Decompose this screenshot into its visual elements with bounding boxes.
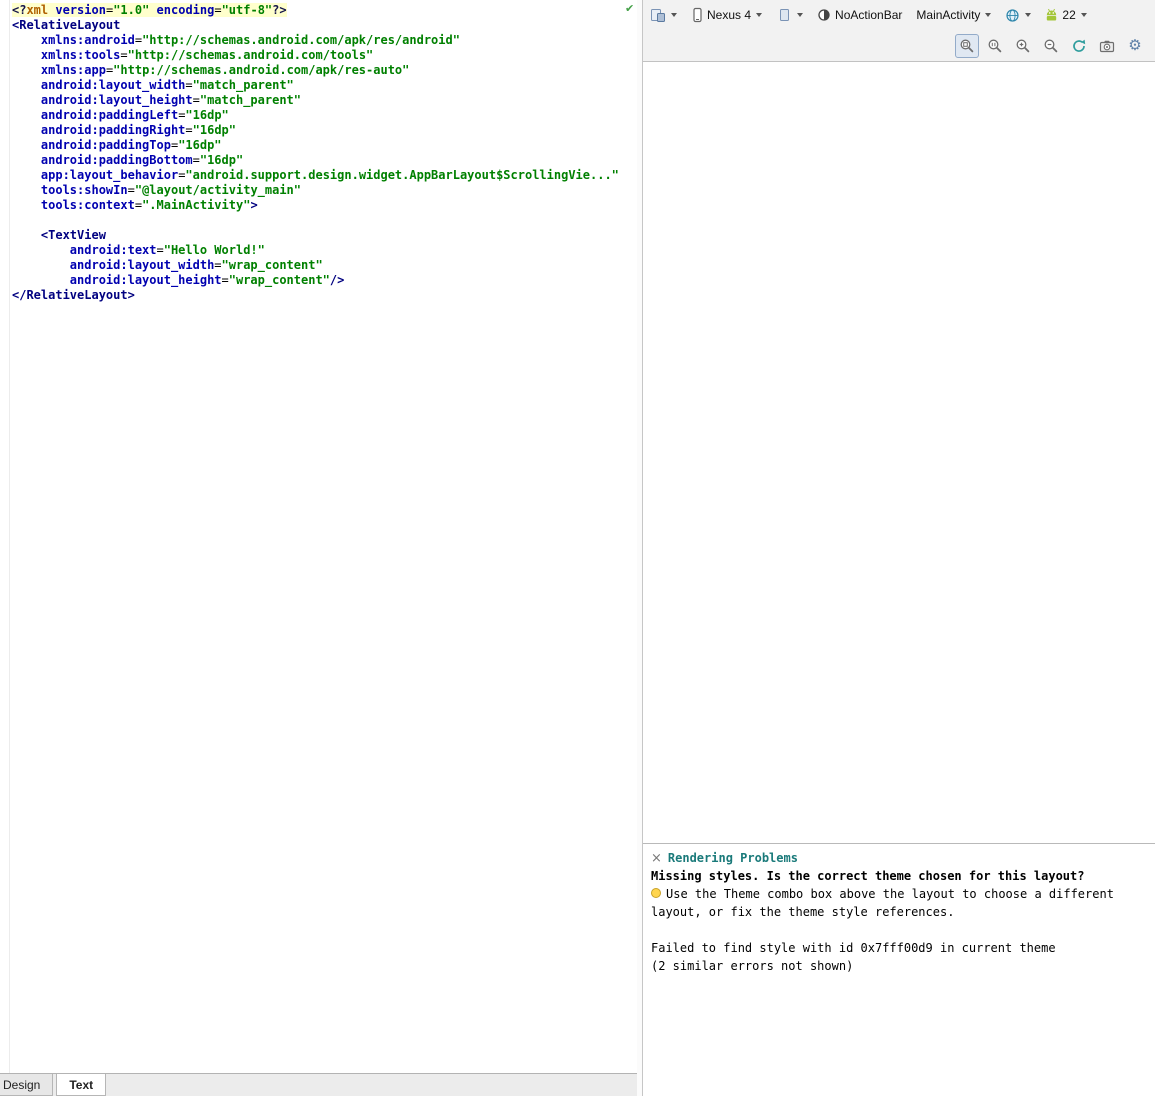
code-line: android:paddingLeft="16dp" <box>40 108 229 122</box>
code-line: android:layout_width="match_parent" <box>40 78 294 92</box>
code-line: android:layout_height="match_parent" <box>40 93 302 107</box>
locale-dropdown[interactable] <box>1002 6 1034 25</box>
gear-icon: ⚙ <box>1128 36 1142 54</box>
preview-settings-button[interactable]: ⚙ <box>1123 34 1147 58</box>
problems-message: Missing styles. Is the correct theme cho… <box>651 869 1085 883</box>
problems-error-more: (2 similar errors not shown) <box>651 959 854 973</box>
chevron-down-icon <box>985 13 992 17</box>
activity-label: MainActivity <box>916 8 981 22</box>
preview-config-toolbar: Nexus 4 NoActionBar MainActivity 22 <box>643 0 1155 30</box>
code-line: android:paddingRight="16dp" <box>40 123 236 137</box>
inspection-status-icon: ✔ <box>625 2 635 15</box>
code-line: android:layout_height="wrap_content"/> <box>69 273 345 287</box>
zoom-to-fit-icon <box>960 39 974 52</box>
orientation-portrait-icon <box>780 9 790 21</box>
phone-icon <box>693 7 702 23</box>
preview-zoom-toolbar: ⚙ <box>643 30 1155 62</box>
zoom-to-fit-button[interactable] <box>955 33 979 58</box>
tab-text[interactable]: Text <box>56 1074 107 1096</box>
android-studio-layout-editor: <?xml version="1.0" encoding="utf-8"?> <R… <box>0 0 1155 1096</box>
api-level-label: 22 <box>1062 8 1076 22</box>
tab-design-label: Design <box>3 1077 41 1092</box>
code-line: android:paddingBottom="16dp" <box>40 153 244 167</box>
zoom-in-button[interactable] <box>1011 34 1035 58</box>
code-line: tools:context=".MainActivity"> <box>40 198 258 212</box>
api-version-dropdown[interactable]: 22 <box>1042 6 1089 24</box>
code-line: <RelativeLayout <box>12 18 121 32</box>
code-line: <TextView <box>40 228 106 242</box>
chevron-down-icon <box>797 13 804 17</box>
preview-pane: Nexus 4 NoActionBar MainActivity 22 ⚙ × … <box>642 0 1155 1096</box>
refresh-icon <box>1073 39 1086 52</box>
device-config-dropdown[interactable] <box>647 5 680 25</box>
code-line: tools:showIn="@layout/activity_main" <box>40 183 302 197</box>
code-lines: <?xml version="1.0" encoding="utf-8"?> <R… <box>10 0 624 1073</box>
editor-error-stripe[interactable]: ✔ <box>624 0 637 1073</box>
code-line: xmlns:app="http://schemas.android.com/ap… <box>40 63 410 77</box>
code-line: android:paddingTop="16dp" <box>40 138 222 152</box>
globe-icon <box>1006 8 1020 22</box>
code-line: xmlns:tools="http://schemas.android.com/… <box>40 48 374 62</box>
zoom-actual-size-icon <box>988 39 1002 52</box>
editor-pane: <?xml version="1.0" encoding="utf-8"?> <R… <box>0 0 637 1096</box>
theme-dropdown[interactable]: NoActionBar <box>814 6 905 24</box>
problems-hint-text: Use the Theme combo box above the layout… <box>651 887 1114 919</box>
editor-mode-tabs: Design Text <box>0 1073 637 1096</box>
xml-editor[interactable]: <?xml version="1.0" encoding="utf-8"?> <R… <box>0 0 637 1073</box>
rendering-problems-panel: × Rendering Problems Missing styles. Is … <box>643 843 1155 1096</box>
tab-text-label: Text <box>69 1077 94 1092</box>
theme-icon <box>818 9 830 21</box>
orientation-dropdown[interactable] <box>773 5 806 25</box>
close-icon[interactable]: × <box>651 852 662 865</box>
theme-label: NoActionBar <box>835 8 903 22</box>
activity-dropdown[interactable]: MainActivity <box>913 6 994 24</box>
code-line: xmlns:android="http://schemas.android.co… <box>40 33 460 47</box>
android-icon <box>1047 8 1057 21</box>
code-line: <?xml version="1.0" encoding="utf-8"?> <box>12 3 287 17</box>
problems-hint: Use the Theme combo box above the layout… <box>651 885 1121 921</box>
code-line: android:layout_width="wrap_content" <box>69 258 323 272</box>
zoom-actual-size-button[interactable] <box>983 34 1007 58</box>
code-line: </RelativeLayout> <box>12 288 135 302</box>
device-label: Nexus 4 <box>707 8 752 22</box>
preview-canvas[interactable] <box>643 62 1155 843</box>
editor-gutter <box>0 0 10 1073</box>
chevron-down-icon <box>671 13 677 17</box>
device-dropdown[interactable]: Nexus 4 <box>688 5 765 25</box>
problems-header: × Rendering Problems <box>651 849 1147 867</box>
zoom-out-icon <box>1044 39 1058 52</box>
chevron-down-icon <box>1080 13 1087 17</box>
zoom-in-icon <box>1016 39 1030 52</box>
code-line: android:text="Hello World!" <box>69 243 265 257</box>
screenshot-button[interactable] <box>1095 34 1119 58</box>
camera-icon <box>1099 40 1115 52</box>
problems-error-detail: Failed to find style with id 0x7fff00d9 … <box>651 941 1056 955</box>
problems-title: Rendering Problems <box>667 851 798 865</box>
zoom-out-button[interactable] <box>1039 34 1063 58</box>
chevron-down-icon <box>756 13 763 17</box>
code-line: app:layout_behavior="android.support.des… <box>40 168 619 182</box>
tab-design[interactable]: Design <box>0 1074 54 1096</box>
device-config-icon <box>651 9 665 22</box>
refresh-button[interactable] <box>1067 34 1091 58</box>
chevron-down-icon <box>1025 13 1032 17</box>
lightbulb-icon <box>651 888 661 898</box>
